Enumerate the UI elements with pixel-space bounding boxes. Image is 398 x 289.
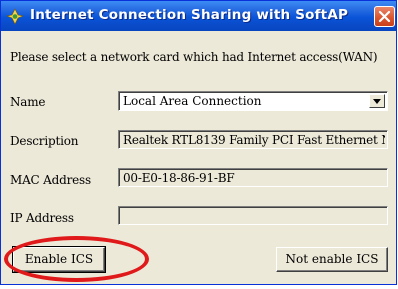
description-value: Realtek RTL8139 Family PCI Fast Ethernet… — [123, 133, 385, 147]
ip-address-field — [118, 206, 388, 225]
description-field: Realtek RTL8139 Family PCI Fast Ethernet… — [118, 130, 388, 149]
close-icon — [378, 10, 391, 23]
network-card-select-value: Local Area Connection — [123, 94, 262, 108]
mac-address-field: 00-E0-18-86-91-BF — [118, 168, 388, 187]
softap-app-icon — [5, 8, 25, 25]
title-bar[interactable]: Internet Connection Sharing with SoftAP — [1, 1, 396, 31]
description-label: Description — [10, 134, 79, 148]
instruction-text: Please select a network card which had I… — [10, 50, 378, 64]
ip-address-label: IP Address — [10, 211, 74, 225]
mac-address-label: MAC Address — [10, 173, 91, 187]
name-label: Name — [10, 95, 46, 109]
not-enable-ics-button[interactable]: Not enable ICS — [276, 247, 388, 272]
highlight-annotation-oval — [4, 236, 149, 282]
network-card-select[interactable]: Local Area Connection — [118, 91, 388, 111]
chevron-down-icon — [373, 99, 381, 104]
close-button[interactable] — [374, 6, 395, 27]
dropdown-button[interactable] — [369, 94, 385, 108]
mac-address-value: 00-E0-18-86-91-BF — [123, 171, 235, 185]
window-title: Internet Connection Sharing with SoftAP — [30, 7, 349, 23]
